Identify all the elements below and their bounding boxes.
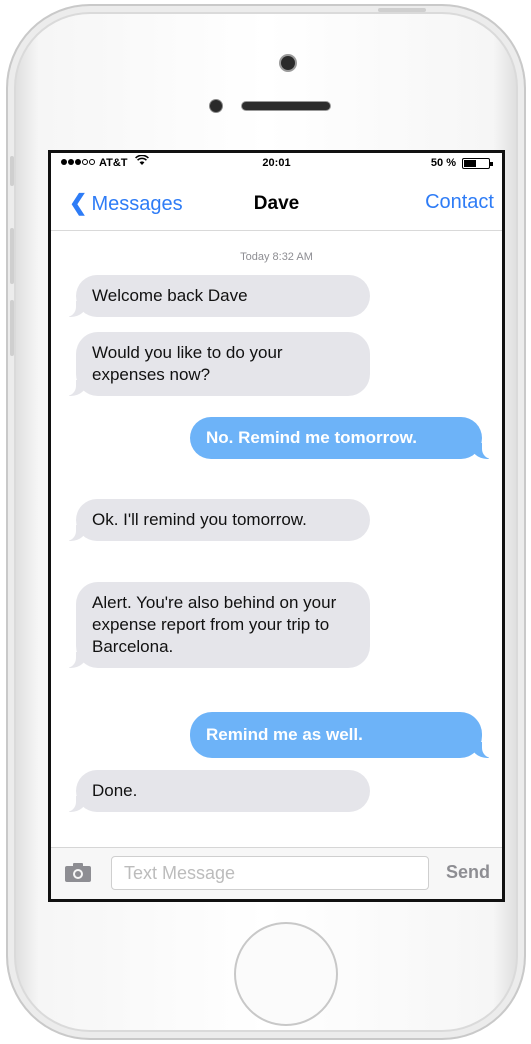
front-camera [281, 56, 295, 70]
earpiece-speaker [242, 102, 330, 110]
incoming-message: Alert. You're also behind on your expens… [64, 582, 370, 668]
incoming-message: Welcome back Dave [64, 275, 370, 317]
volume-up-button [10, 228, 14, 284]
volume-down-button [10, 300, 14, 356]
thread-timestamp: Today 8:32 AM [240, 251, 313, 263]
message-input[interactable] [111, 856, 429, 890]
battery-percent: 50 % [430, 157, 456, 169]
send-button[interactable]: Send [446, 862, 490, 883]
incoming-message: Done. [64, 770, 370, 812]
screen: AT&T 20:01 50 % ❮ Messages Dave Contact … [48, 150, 505, 902]
incoming-message: Would you like to do your expenses now? [64, 332, 370, 396]
compose-bar: Send [51, 847, 502, 899]
navigation-bar: ❮ Messages Dave Contact [51, 175, 502, 231]
camera-icon[interactable] [65, 863, 91, 882]
contact-button[interactable]: Contact [425, 191, 494, 214]
power-button [378, 8, 426, 12]
outgoing-message: No. Remind me tomorrow. [190, 417, 494, 459]
status-bar: AT&T 20:01 50 % [51, 153, 502, 175]
battery-icon [462, 158, 493, 169]
outgoing-message: Remind me as well. [190, 712, 494, 758]
proximity-sensor [210, 100, 222, 112]
incoming-message: Ok. I'll remind you tomorrow. [64, 499, 370, 541]
home-button[interactable] [234, 922, 338, 1026]
mute-switch [10, 156, 14, 186]
